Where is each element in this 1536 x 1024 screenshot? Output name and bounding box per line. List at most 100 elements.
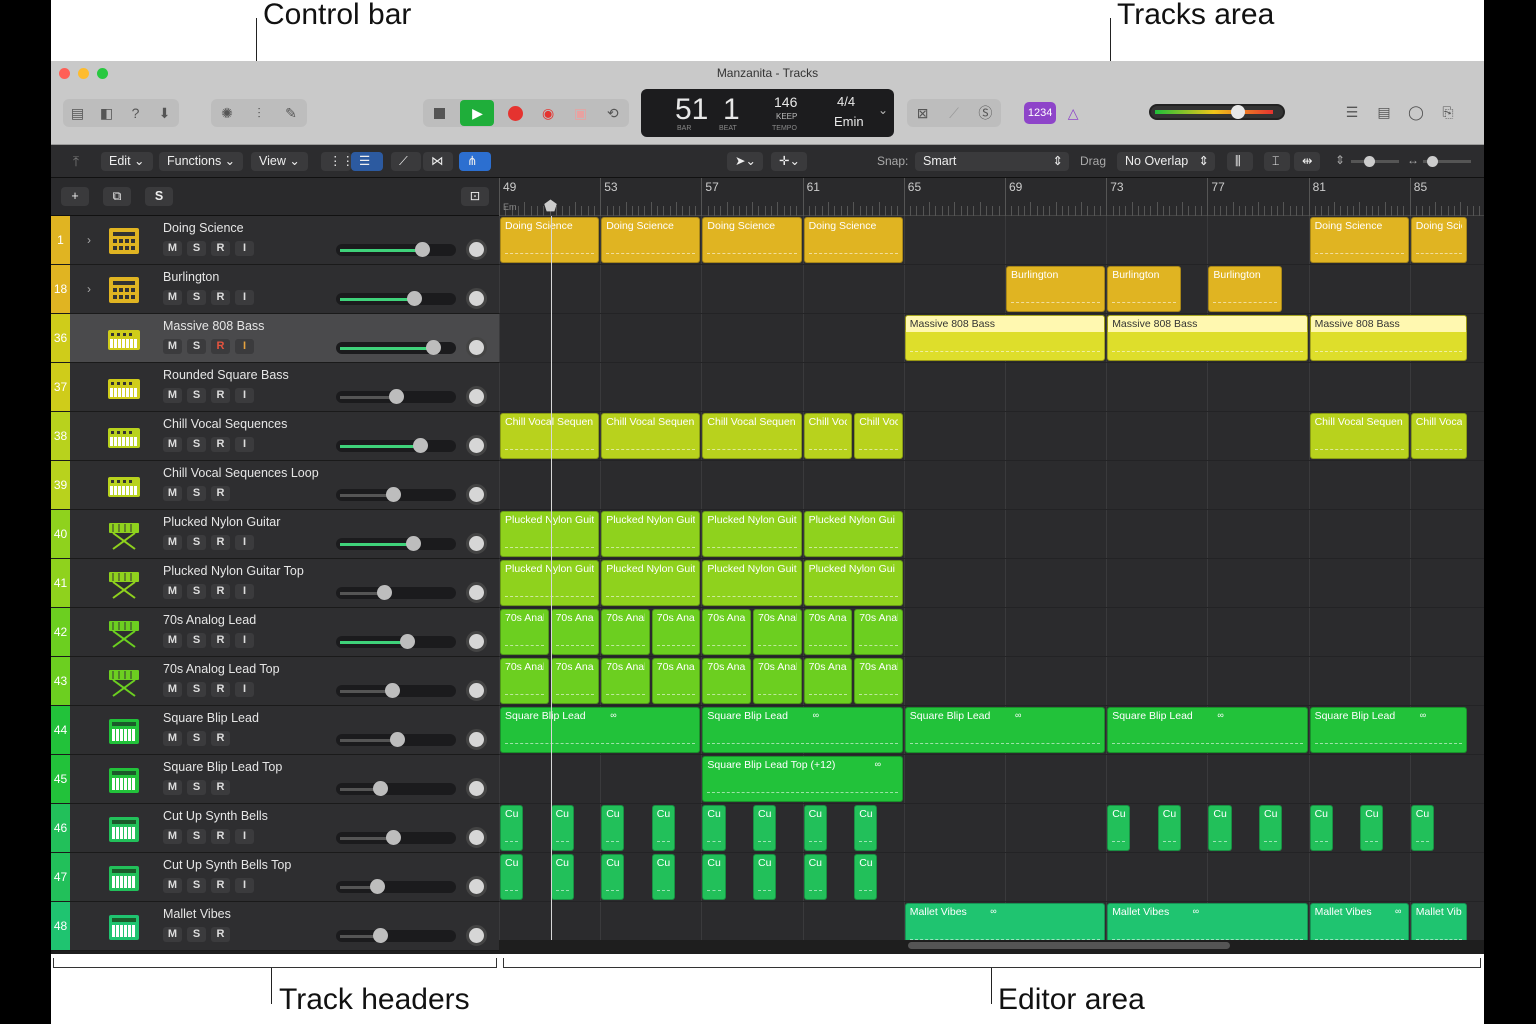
volume-knob[interactable]: [400, 634, 415, 649]
track-header[interactable]: 43 70s Analog Lead Top M S R I: [51, 657, 499, 706]
record-enable-button[interactable]: R: [211, 388, 230, 403]
track-lane[interactable]: [499, 265, 1484, 314]
track-header[interactable]: 48 Mallet Vibes M S R: [51, 902, 499, 951]
record-enable-button[interactable]: R: [211, 486, 230, 501]
metronome-icon[interactable]: △: [1062, 102, 1084, 124]
track-name[interactable]: Chill Vocal Sequences Loop: [163, 466, 319, 480]
close-button[interactable]: [59, 68, 70, 79]
region[interactable]: Chill Vocal Sequen: [702, 413, 802, 459]
record-enable-button[interactable]: R: [211, 731, 230, 746]
region[interactable]: Doing Scie: [1410, 217, 1467, 263]
volume-fader[interactable]: [336, 879, 456, 894]
pan-knob[interactable]: [466, 582, 487, 603]
record-enable-button[interactable]: R: [211, 927, 230, 942]
volume-knob[interactable]: [386, 487, 401, 502]
region[interactable]: Doing Science: [500, 217, 600, 263]
region[interactable]: Cut: [753, 854, 777, 900]
region[interactable]: Plucked Nylon Guit: [500, 511, 600, 557]
mute-button[interactable]: M: [163, 535, 182, 550]
region[interactable]: Cut: [1157, 805, 1182, 851]
playhead-handle-icon[interactable]: ⬟: [544, 197, 557, 215]
track-name[interactable]: Rounded Square Bass: [163, 368, 289, 382]
volume-fader[interactable]: [336, 781, 456, 796]
track-header[interactable]: 42 70s Analog Lead M S R I: [51, 608, 499, 657]
volume-fader[interactable]: [336, 683, 456, 698]
region[interactable]: Cut: [753, 805, 777, 851]
note-pad-icon[interactable]: ▤: [1373, 101, 1395, 123]
horizontal-zoom-slider[interactable]: [1423, 156, 1471, 167]
region[interactable]: 70s Anal: [500, 609, 549, 655]
pan-knob[interactable]: [466, 288, 487, 309]
horizontal-scrollbar[interactable]: [908, 942, 1230, 949]
region[interactable]: Plucked Nylon Guit: [702, 511, 802, 557]
solo-button[interactable]: S: [187, 633, 206, 648]
volume-fader[interactable]: [336, 830, 456, 845]
region[interactable]: Cut: [1259, 805, 1283, 851]
volume-knob[interactable]: [373, 928, 388, 943]
library-icon[interactable]: ▤: [67, 102, 89, 124]
track-header[interactable]: 37 Rounded Square Bass M S R I: [51, 363, 499, 412]
region[interactable]: Burlington: [1006, 266, 1106, 312]
region[interactable]: 70s Anal: [601, 658, 650, 704]
region[interactable]: Cut: [854, 854, 878, 900]
input-monitor-button[interactable]: I: [235, 437, 254, 452]
volume-knob[interactable]: [1231, 105, 1245, 119]
volume-fader[interactable]: [336, 291, 456, 306]
volume-knob[interactable]: [413, 438, 428, 453]
solo-button[interactable]: S: [187, 535, 206, 550]
volume-knob[interactable]: [373, 781, 388, 796]
region[interactable]: Chill Vocal Sequen: [1309, 413, 1409, 459]
region[interactable]: 70s Anal: [702, 658, 751, 704]
record-enable-button[interactable]: R: [211, 829, 230, 844]
region[interactable]: Cut: [1360, 805, 1384, 851]
edit-menu[interactable]: Edit ⌄: [101, 152, 153, 171]
volume-fader[interactable]: [336, 928, 456, 943]
mute-button[interactable]: M: [163, 780, 182, 795]
track-name[interactable]: Massive 808 Bass: [163, 319, 264, 333]
input-monitor-button[interactable]: I: [235, 584, 254, 599]
editors-icon[interactable]: ✎: [280, 102, 302, 124]
input-monitor-button[interactable]: I: [235, 878, 254, 893]
volume-fader[interactable]: [336, 438, 456, 453]
flex-icon[interactable]: ⋈: [423, 152, 453, 171]
pan-knob[interactable]: [466, 631, 487, 652]
region[interactable]: Plucked Nylon Guit: [601, 511, 701, 557]
region[interactable]: Plucked Nylon Guit: [702, 560, 802, 606]
track-lane[interactable]: [499, 853, 1484, 902]
mute-button[interactable]: M: [163, 927, 182, 942]
region[interactable]: Cut: [702, 854, 726, 900]
volume-knob[interactable]: [385, 683, 400, 698]
cycle-icon[interactable]: ⟲: [602, 102, 624, 124]
mute-button[interactable]: M: [163, 388, 182, 403]
track-name[interactable]: 70s Analog Lead Top: [163, 662, 280, 676]
automation-icon[interactable]: ⟋: [391, 152, 421, 171]
volume-knob[interactable]: [386, 830, 401, 845]
pan-knob[interactable]: [466, 778, 487, 799]
ruler[interactable]: 49 53 57 61 65 69 73 77 81 85 Em ⬟: [499, 178, 1484, 216]
region[interactable]: Cut: [1107, 805, 1131, 851]
region[interactable]: Square Blip Lead ∞: [1309, 707, 1467, 753]
track-lane[interactable]: [499, 461, 1484, 510]
mute-button[interactable]: M: [163, 731, 182, 746]
region[interactable]: Cut: [500, 854, 524, 900]
track-header[interactable]: 44 Square Blip Lead M S R: [51, 706, 499, 755]
mute-button[interactable]: M: [163, 878, 182, 893]
track-header[interactable]: 18 › Burlington M S R I: [51, 265, 499, 314]
solo-button[interactable]: S: [187, 829, 206, 844]
waveform-zoom-icon[interactable]: ⫼: [1227, 152, 1253, 171]
input-monitor-button[interactable]: I: [235, 535, 254, 550]
region[interactable]: 70s Anal: [601, 609, 650, 655]
volume-fader[interactable]: [336, 389, 456, 404]
region[interactable]: Cut: [1309, 805, 1333, 851]
solo-button[interactable]: S: [187, 731, 206, 746]
track-name[interactable]: Plucked Nylon Guitar: [163, 515, 280, 529]
mute-button[interactable]: M: [163, 829, 182, 844]
track-name[interactable]: Square Blip Lead Top: [163, 760, 282, 774]
tuner-icon[interactable]: ⊠: [912, 102, 934, 124]
solo-button[interactable]: S: [187, 682, 206, 697]
volume-fader[interactable]: [336, 634, 456, 649]
region[interactable]: 70s Anal: [651, 658, 701, 704]
zoom-button[interactable]: [97, 68, 108, 79]
track-folder-icon[interactable]: ⊡: [461, 187, 489, 206]
track-name[interactable]: 70s Analog Lead: [163, 613, 256, 627]
